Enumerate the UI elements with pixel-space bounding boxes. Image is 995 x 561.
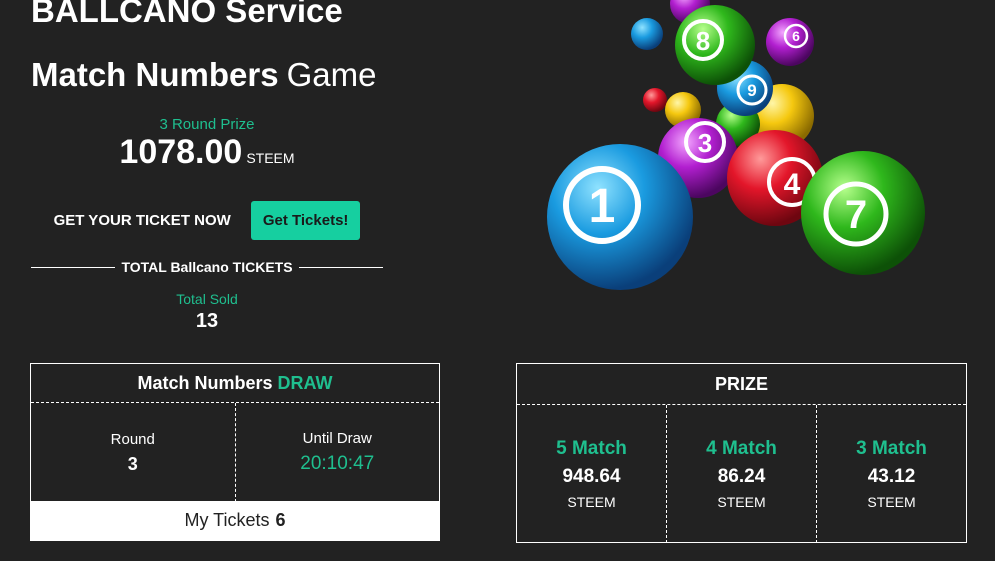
ball-number: 9 — [747, 81, 756, 100]
ball-number: 8 — [696, 26, 710, 56]
ball-eight: 8 — [675, 5, 755, 85]
round-prize-label: 3 Round Prize — [159, 116, 255, 133]
page-title-line2: Match Numbers Game — [31, 56, 376, 94]
round-label: Round — [110, 430, 155, 448]
prize-tier: 4 Match 86.24 STEEM — [666, 405, 816, 543]
ball-number: 1 — [589, 180, 616, 233]
until-draw-label: Until Draw — [302, 430, 372, 447]
page-title-bold: Match Numbers — [31, 56, 279, 93]
ball-six: 6 — [766, 18, 814, 66]
draw-panel-header: Match Numbers DRAW — [31, 364, 439, 403]
countdown-timer: 20:10:47 — [300, 453, 375, 474]
total-tickets-divider: TOTAL Ballcano TICKETS — [31, 259, 384, 275]
divider-left — [31, 266, 116, 268]
ball-number: 4 — [784, 168, 801, 201]
draw-panel: Match Numbers DRAW Round 3 Until Draw 20:… — [30, 363, 440, 541]
prize-tier-match: 4 Match — [706, 438, 777, 459]
ball-seven: 7 — [801, 151, 925, 275]
draw-panel-title: Match Numbers — [137, 372, 273, 393]
prize-tier: 5 Match 948.64 STEEM — [517, 405, 666, 543]
prize-tier-unit: STEEM — [717, 494, 766, 510]
total-tickets-heading: TOTAL Ballcano TICKETS — [121, 259, 293, 275]
prize-tier-match: 5 Match — [556, 438, 627, 459]
prize-panel-title: PRIZE — [517, 364, 966, 405]
until-draw-cell: Until Draw 20:10:47 — [234, 403, 440, 502]
draw-panel-title-accent: DRAW — [277, 372, 333, 393]
round-prize-unit: STEEM — [246, 150, 295, 166]
my-tickets-count: 6 — [275, 510, 286, 530]
round-prize: 1078.00 STEEM — [31, 133, 383, 172]
ball-number: 6 — [792, 28, 800, 44]
my-tickets-bar[interactable]: My Tickets 6 — [31, 501, 439, 540]
ticket-cta-row: GET YOUR TICKET NOW Get Tickets! — [31, 199, 383, 241]
round-prize-value: 1078.00 — [119, 133, 243, 171]
lottery-balls-illustration: 9 6 8 3 4 7 1 — [547, 0, 925, 290]
prize-tier-amount: 43.12 — [867, 466, 916, 487]
prize-tier-unit: STEEM — [567, 494, 616, 510]
prize-panel: PRIZE 5 Match 948.64 STEEM 4 Match 86.24… — [516, 363, 967, 543]
page-title-light: Game — [286, 56, 377, 93]
page-title-line1: BALLCANO Service — [31, 0, 343, 29]
total-sold-label: Total Sold — [176, 291, 238, 307]
ball-one: 1 — [547, 144, 693, 290]
divider-right — [298, 266, 384, 268]
prize-tier-unit: STEEM — [867, 494, 916, 510]
small-red-ball — [643, 88, 667, 112]
prize-tier-amount: 86.24 — [717, 466, 766, 487]
prize-tier: 3 Match 43.12 STEEM — [816, 405, 966, 543]
prize-tier-match: 3 Match — [856, 438, 927, 459]
round-value: 3 — [127, 453, 138, 474]
prize-tier-amount: 948.64 — [562, 466, 621, 487]
total-sold-value: 13 — [195, 310, 219, 332]
ball-number: 3 — [698, 128, 712, 158]
my-tickets-label: My Tickets — [184, 510, 270, 530]
ball-number: 7 — [845, 193, 867, 237]
round-cell: Round 3 — [31, 403, 235, 502]
small-blue-ball — [631, 18, 663, 50]
ticket-cta-text: GET YOUR TICKET NOW — [53, 211, 231, 229]
get-tickets-button[interactable]: Get Tickets! — [250, 200, 361, 240]
